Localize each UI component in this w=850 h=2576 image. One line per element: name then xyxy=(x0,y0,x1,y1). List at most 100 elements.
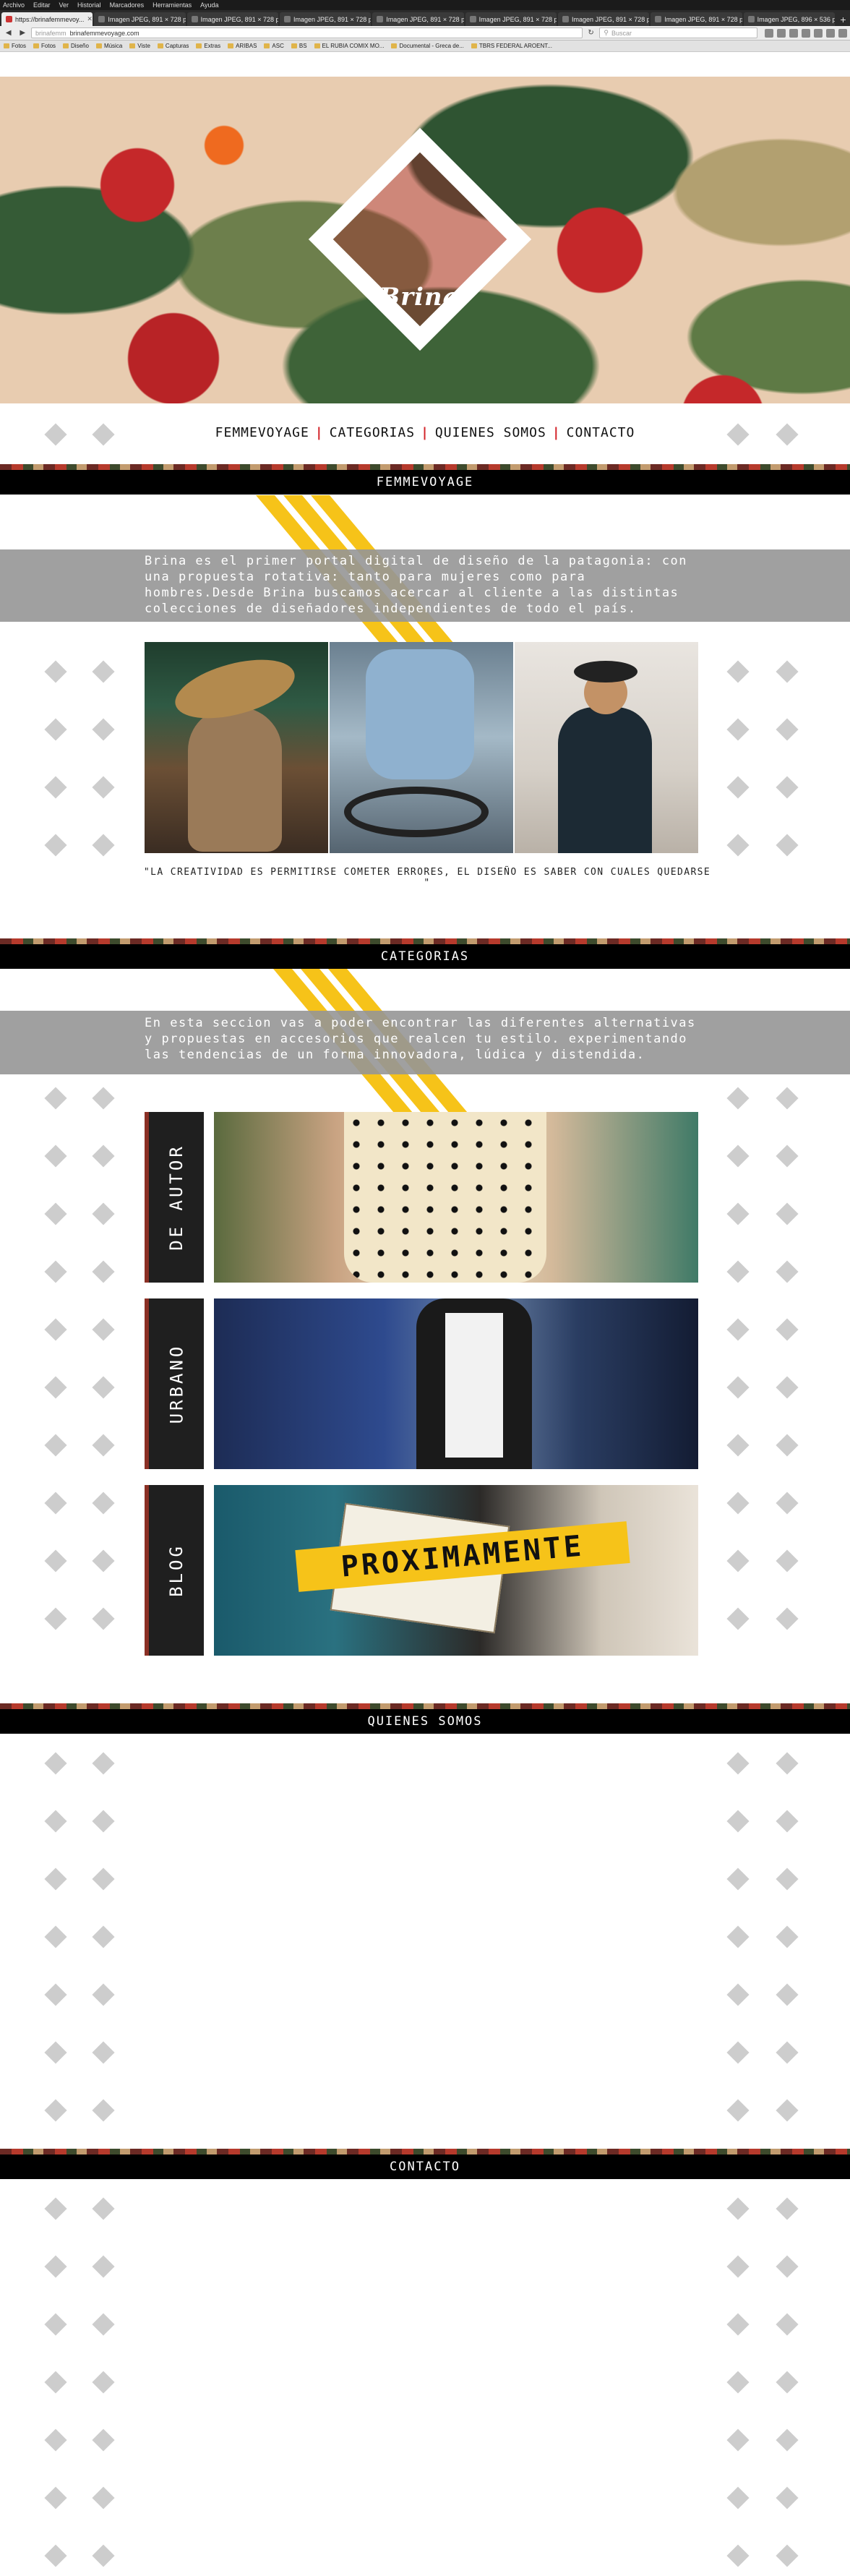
bookmark-item[interactable]: Extras xyxy=(196,43,220,49)
addon-icon[interactable] xyxy=(825,28,835,38)
decorative-diamond xyxy=(726,2371,750,2394)
decorative-diamond xyxy=(92,2255,115,2278)
decorative-diamond xyxy=(776,2099,799,2122)
nav-quienes-somos[interactable]: QUIENES SOMOS xyxy=(435,425,546,440)
reload-icon[interactable]: ↻ xyxy=(585,28,597,38)
toolbar-icons xyxy=(764,28,847,38)
bookmark-item[interactable]: ASC xyxy=(264,43,284,49)
decorative-diamond xyxy=(92,2429,115,2452)
decorative-diamond xyxy=(726,1202,750,1225)
decorative-diamond xyxy=(726,1867,750,1891)
decorative-diamond xyxy=(726,1607,750,1630)
search-placeholder: Buscar xyxy=(611,29,632,37)
decorative-diamond xyxy=(726,2255,750,2278)
category-image-blog[interactable]: PROXIMAMENTE xyxy=(214,1485,698,1656)
decorative-diamond xyxy=(726,2197,750,2220)
folder-icon xyxy=(157,43,163,48)
browser-tab[interactable]: Imagen JPEG, 891 × 728 píx...✕ xyxy=(279,12,372,26)
decorative-diamond xyxy=(44,1549,67,1572)
decorative-diamond xyxy=(92,1144,115,1168)
menu-item-editar[interactable]: Editar xyxy=(33,1,51,9)
browser-tab[interactable]: https://brinafemmevoy... ✕ xyxy=(1,12,93,26)
bookmark-item[interactable]: Diseño xyxy=(63,43,89,49)
decorative-diamond xyxy=(44,1492,67,1515)
download-icon[interactable] xyxy=(789,28,798,38)
photo-street-woman xyxy=(515,642,698,853)
home-icon[interactable] xyxy=(801,28,810,38)
bookmark-item[interactable]: Capturas xyxy=(157,43,189,49)
decorative-diamond xyxy=(92,1318,115,1341)
browser-tab[interactable]: Imagen JPEG, 891 × 728 píx...✕ xyxy=(557,12,650,26)
browser-tab[interactable]: Imagen JPEG, 891 × 728 píx...✕ xyxy=(372,12,464,26)
nav-contacto[interactable]: CONTACTO xyxy=(567,425,635,440)
bookmark-star-icon[interactable] xyxy=(764,28,773,38)
bookmark-item[interactable]: Fotos xyxy=(4,43,26,49)
bookmark-item[interactable]: Documental - Greca de... xyxy=(391,43,464,49)
menu-item-ayuda[interactable]: Ayuda xyxy=(200,1,218,9)
bookmark-item[interactable]: ARIBAS xyxy=(228,43,257,49)
decorative-diamond xyxy=(776,1752,799,1775)
bookmark-item[interactable]: Fotos xyxy=(33,43,56,49)
forward-icon[interactable]: ▶ xyxy=(17,28,29,38)
close-tab-icon[interactable]: ✕ xyxy=(87,15,93,23)
bookmark-item[interactable]: EL RUBIA COMIX MO... xyxy=(314,43,384,49)
brand-logo[interactable]: Brina xyxy=(354,283,484,312)
decorative-diamond xyxy=(92,1925,115,1948)
bookmark-item[interactable]: BS xyxy=(291,43,307,49)
menu-item-herramientas[interactable]: Herramientas xyxy=(153,1,192,9)
page-root: Archivo Editar Ver Historial Marcadores … xyxy=(0,0,850,2576)
nav-categorias[interactable]: CATEGORIAS xyxy=(330,425,415,440)
decorative-diamond xyxy=(726,1983,750,2006)
new-tab-button[interactable]: + xyxy=(836,12,850,26)
decorative-diamond xyxy=(92,660,115,683)
browser-tab[interactable]: Imagen JPEG, 896 × 536 píx...✕ xyxy=(743,12,835,26)
pocket-icon[interactable] xyxy=(813,28,823,38)
menu-icon[interactable] xyxy=(838,28,847,38)
menu-item-archivo[interactable]: Archivo xyxy=(3,1,25,9)
decorative-diamond xyxy=(44,1867,67,1891)
menu-item-ver[interactable]: Ver xyxy=(59,1,69,9)
bookmark-item[interactable]: Viste xyxy=(129,43,150,49)
decorative-diamond xyxy=(776,2313,799,2336)
category-label-urbano[interactable]: URBANO xyxy=(145,1298,204,1469)
category-label-de-autor[interactable]: DE AUTOR xyxy=(145,1112,204,1283)
search-input[interactable]: ⚲ Buscar xyxy=(599,27,757,38)
decorative-diamond xyxy=(44,1318,67,1341)
decorative-diamond xyxy=(44,1925,67,1948)
decorative-diamond xyxy=(44,2486,67,2509)
page-icon xyxy=(391,43,398,48)
menu-item-historial[interactable]: Historial xyxy=(77,1,101,9)
folder-icon xyxy=(4,43,9,48)
menu-item-marcadores[interactable]: Marcadores xyxy=(110,1,145,9)
decorative-diamond xyxy=(92,2099,115,2122)
decorative-diamond xyxy=(776,1376,799,1399)
decorative-diamond xyxy=(726,660,750,683)
category-label-blog[interactable]: BLOG xyxy=(145,1485,204,1656)
category-image-urbano[interactable] xyxy=(214,1298,698,1469)
tab-label: Imagen JPEG, 891 × 728 píx... xyxy=(293,15,372,23)
decorative-diamond xyxy=(44,2197,67,2220)
decorative-diamond xyxy=(726,1144,750,1168)
nav-femmevoyage[interactable]: FEMMEVOYAGE xyxy=(215,425,309,440)
design-quote: "LA CREATIVIDAD ES PERMITIRSE COMETER ER… xyxy=(143,867,711,889)
url-text: brinafemmevoyage.com xyxy=(69,29,139,37)
bookmarks-list-icon[interactable] xyxy=(776,28,786,38)
category-image-de-autor[interactable] xyxy=(214,1112,698,1283)
browser-navbar: ◀ ▶ brinafemm brinafemmevoyage.com ↻ ⚲ Bu… xyxy=(0,26,850,40)
floral-strip xyxy=(0,938,850,944)
decorative-diamond xyxy=(776,1983,799,2006)
image-file-icon xyxy=(747,16,755,22)
url-bar[interactable]: brinafemm brinafemmevoyage.com xyxy=(31,27,583,38)
back-icon[interactable]: ◀ xyxy=(3,28,14,38)
bookmark-item[interactable]: TBRS FEDERAL AROENT... xyxy=(471,43,552,49)
browser-tab[interactable]: Imagen JPEG, 891 × 728 píx...✕ xyxy=(94,12,186,26)
decorative-diamond xyxy=(92,1376,115,1399)
decorative-diamond xyxy=(776,1810,799,1833)
decorative-diamond xyxy=(726,1549,750,1572)
bookmark-item[interactable]: Música xyxy=(95,43,122,49)
browser-tab[interactable]: Imagen JPEG, 891 × 728 píx...✕ xyxy=(651,12,742,26)
browser-menubar: Archivo Editar Ver Historial Marcadores … xyxy=(0,0,850,10)
decorative-diamond xyxy=(92,1434,115,1457)
browser-tab[interactable]: Imagen JPEG, 891 × 728 píx...✕ xyxy=(465,12,557,26)
browser-tab[interactable]: Imagen JPEG, 891 × 728 píx...✕ xyxy=(186,12,278,26)
